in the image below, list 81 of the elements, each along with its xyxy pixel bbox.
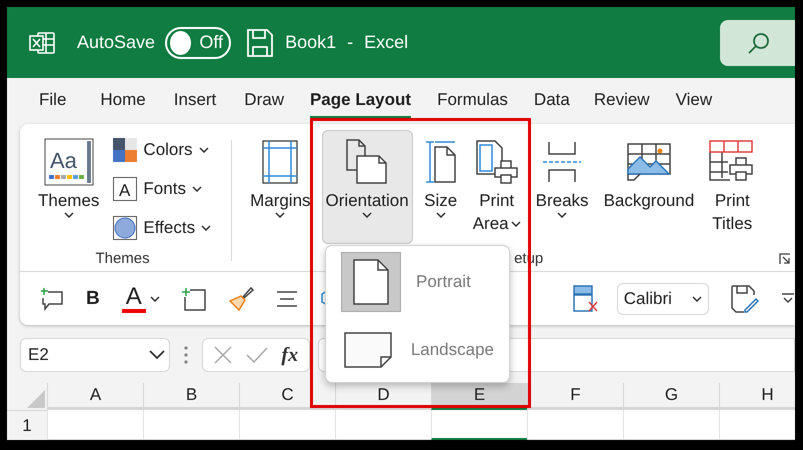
orientation-button[interactable]: Orientation: [322, 130, 413, 244]
bold-button[interactable]: B: [86, 288, 100, 308]
landscape-page-icon: [344, 332, 392, 368]
effects-button[interactable]: Effects: [113, 210, 212, 245]
theme-page-icon: Aa: [44, 138, 94, 186]
fonts-button[interactable]: A Fonts: [113, 171, 212, 206]
drag-handle-icon[interactable]: [184, 346, 188, 364]
ribbon-tab[interactable]: Home: [100, 82, 146, 118]
ribbon-tab[interactable]: Formulas: [437, 82, 508, 118]
caret-icon: [198, 146, 209, 152]
checkmark-icon[interactable]: [246, 347, 268, 363]
ribbon-tab[interactable]: View: [676, 82, 712, 118]
caret-icon: [150, 296, 160, 302]
font-letter-icon: A: [113, 176, 138, 200]
ribbon-tab[interactable]: Insert: [174, 82, 216, 118]
column-header[interactable]: C: [239, 383, 335, 410]
portrait-page-icon: [353, 259, 389, 305]
caret-icon: [692, 296, 702, 302]
ribbon-tab[interactable]: Page Layout: [310, 82, 412, 118]
search-icon: [748, 32, 770, 54]
overflow-caret-icon: [781, 292, 795, 304]
margins-button[interactable]: Margins: [246, 130, 315, 244]
size-button[interactable]: Size: [420, 130, 462, 244]
save-pencil-icon: [731, 284, 759, 312]
caret-icon: [192, 186, 202, 192]
caret-icon: [201, 224, 212, 230]
font-color-button[interactable]: A: [122, 284, 160, 312]
ribbon-tab[interactable]: Draw: [244, 82, 284, 118]
paintbrush-icon: [228, 286, 254, 312]
search-field[interactable]: [720, 20, 795, 66]
format-painter-button[interactable]: [228, 286, 254, 312]
margins-icon: [262, 140, 298, 184]
align-button[interactable]: [276, 290, 298, 306]
ribbon-tab[interactable]: File: [39, 82, 66, 118]
page-size-icon: [424, 139, 458, 185]
delete-rows-button[interactable]: [572, 284, 599, 312]
print-titles-button[interactable]: Print Titles: [705, 130, 760, 244]
column-header[interactable]: A: [47, 383, 143, 410]
column-header[interactable]: G: [623, 383, 719, 410]
color-swatch-icon: [113, 138, 138, 162]
ribbon-tab[interactable]: Data: [534, 82, 570, 118]
group-label: Themes: [95, 250, 150, 269]
themes-button[interactable]: Aa Themes: [34, 130, 104, 244]
print-titles-icon: [709, 140, 756, 184]
save-icon[interactable]: [247, 28, 274, 56]
caret-icon: [64, 212, 74, 218]
insert-function-button[interactable]: fx: [281, 344, 298, 366]
name-box[interactable]: E2: [20, 338, 170, 372]
cancel-icon[interactable]: [214, 346, 232, 364]
comment-plus-icon: [40, 286, 64, 310]
colors-button[interactable]: Colors: [113, 132, 212, 167]
spreadsheet-logo-icon: [29, 30, 55, 54]
font-select[interactable]: Calibri: [616, 282, 709, 314]
print-area-button[interactable]: Print Area: [468, 130, 525, 244]
save-edit-button[interactable]: [731, 284, 759, 312]
background-image-icon: [626, 143, 671, 181]
insert-plus-icon: [182, 286, 206, 310]
dialog-launcher-icon[interactable]: [779, 252, 791, 264]
autosave-toggle[interactable]: Off: [165, 26, 232, 58]
grid-cell[interactable]: [431, 410, 527, 440]
column-header[interactable]: F: [527, 383, 623, 410]
column-header[interactable]: H: [719, 383, 795, 410]
align-lines-icon: [276, 290, 298, 306]
circle-effect-icon: [113, 216, 138, 240]
background-button[interactable]: Background: [600, 130, 698, 244]
delete-table-icon: [572, 284, 599, 312]
more-options-button[interactable]: [781, 292, 795, 304]
column-header[interactable]: B: [143, 383, 239, 410]
insert-button[interactable]: [182, 286, 206, 310]
caret-icon: [149, 350, 165, 360]
portrait-option[interactable]: Portrait: [341, 252, 494, 312]
page-break-icon: [542, 141, 582, 183]
new-comment-button[interactable]: [40, 286, 64, 310]
pages-icon: [345, 139, 390, 185]
ribbon-tab[interactable]: Review: [594, 82, 650, 118]
breaks-button[interactable]: Breaks: [532, 130, 593, 244]
landscape-option[interactable]: Landscape: [341, 320, 494, 380]
corner-triangle-icon: [27, 390, 45, 408]
window-title: Book1 - Excel: [285, 32, 408, 53]
print-area-icon: [474, 139, 519, 185]
autosave-label: AutoSave: [77, 32, 156, 53]
